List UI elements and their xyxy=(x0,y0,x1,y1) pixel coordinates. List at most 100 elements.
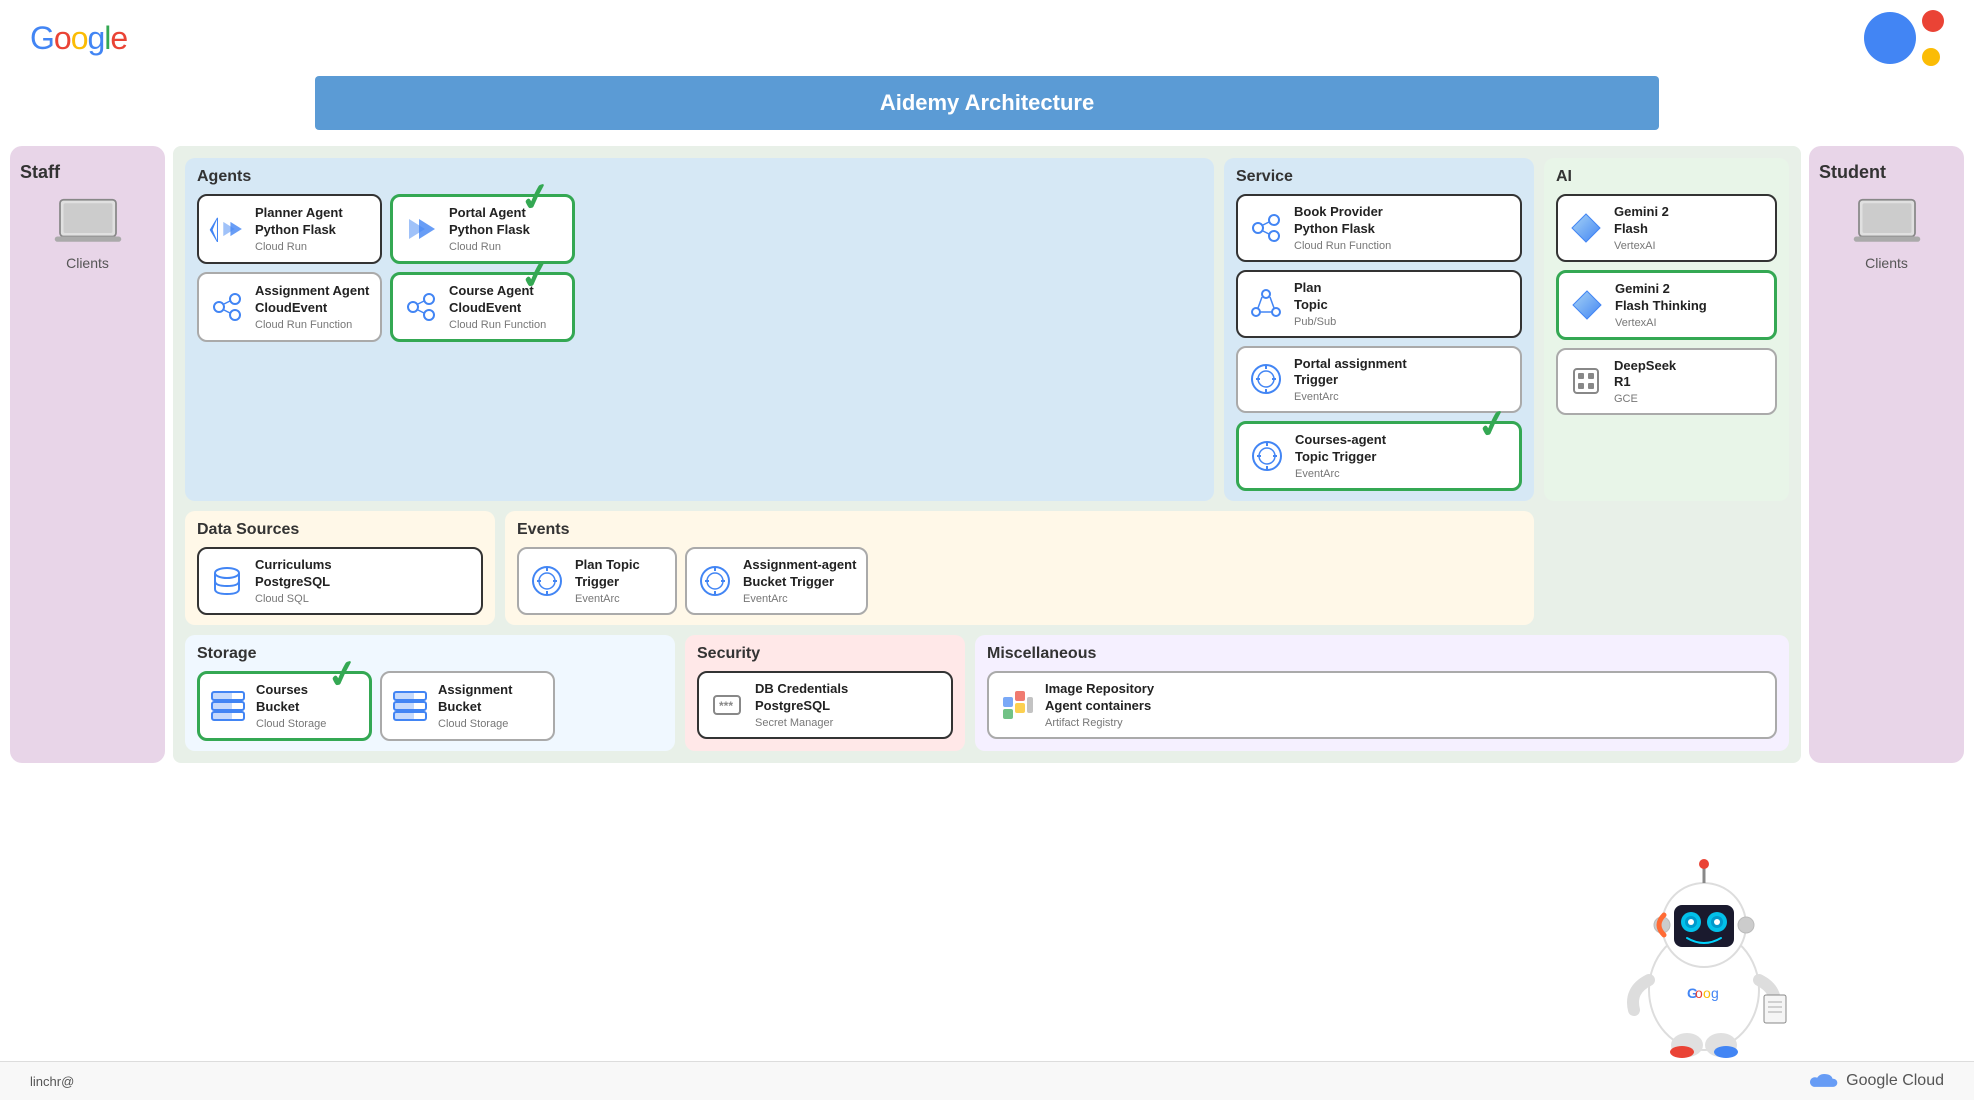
svg-text:***: *** xyxy=(719,699,733,713)
courses-trigger-subtitle: EventArc xyxy=(1295,468,1509,480)
diagram-area: Agents ⦉ Planner AgentPython Flask xyxy=(173,146,1801,763)
datasources-cards: CurriculumsPostgreSQL Cloud SQL xyxy=(197,547,483,615)
course-agent-icon xyxy=(403,289,439,325)
assignment-trigger-title: Assignment-agentBucket Trigger xyxy=(743,557,856,591)
svg-text:o: o xyxy=(1703,985,1711,1001)
courses-trigger-title: Courses-agentTopic Trigger xyxy=(1295,432,1509,466)
plan-topic-trigger-title: Plan TopicTrigger xyxy=(575,557,665,591)
security-section: Security *** DB CredentialsPostgreSQL Se… xyxy=(685,635,965,751)
assignment-agent-icon xyxy=(209,289,245,325)
student-laptop-icon xyxy=(1852,195,1922,255)
student-clients-label: Clients xyxy=(1865,255,1908,271)
security-cards: *** DB CredentialsPostgreSQL Secret Mana… xyxy=(697,671,953,739)
staff-panel: Staff Clients xyxy=(10,146,165,763)
assignment-trigger-subtitle: EventArc xyxy=(743,593,856,605)
plan-topic-title: PlanTopic xyxy=(1294,280,1510,314)
plan-topic-trigger-subtitle: EventArc xyxy=(575,593,665,605)
main-content: Staff Clients Agents ⦉ xyxy=(0,136,1974,773)
svg-text:o: o xyxy=(1695,985,1703,1001)
book-provider-card: Book ProviderPython Flask Cloud Run Func… xyxy=(1236,194,1522,262)
assignment-bucket-icon xyxy=(392,688,428,724)
events-title: Events xyxy=(517,521,1522,539)
assignment-bucket-card: AssignmentBucket Cloud Storage xyxy=(380,671,555,741)
agents-title: Agents xyxy=(197,168,1202,186)
deepseek-card: DeepSeekR1 GCE xyxy=(1556,348,1777,416)
planner-agent-icon: ⦉ xyxy=(209,211,245,247)
db-credentials-icon: *** xyxy=(709,687,745,723)
planner-agent-title: Planner AgentPython Flask xyxy=(255,205,370,239)
gemini-thinking-title: Gemini 2Flash Thinking xyxy=(1615,281,1764,315)
assignment-agent-title: Assignment AgentCloudEvent xyxy=(255,283,370,317)
book-provider-icon xyxy=(1248,210,1284,246)
ai-cards: Gemini 2Flash VertexAI xyxy=(1556,194,1777,415)
planner-agent-subtitle: Cloud Run xyxy=(255,241,370,253)
google-logo: Google xyxy=(30,20,127,57)
course-agent-card: ✓ Course AgentCloudEvent xyxy=(390,272,575,342)
bottom-bar: linchr@ Google Cloud xyxy=(0,1061,1974,1100)
image-repo-title: Image RepositoryAgent containers xyxy=(1045,681,1765,715)
cloud-icon xyxy=(1810,1070,1838,1092)
service-title: Service xyxy=(1236,168,1522,186)
assistant-icon xyxy=(1864,10,1944,66)
courses-bucket-icon xyxy=(210,688,246,724)
svg-text:g: g xyxy=(1711,985,1719,1001)
planner-agent-card: ⦉ Planner AgentPython Flask Cloud Run xyxy=(197,194,382,264)
title-bar: Aidemy Architecture xyxy=(315,76,1659,130)
datasources-section: Data Sources CurriculumsPostgreSQL xyxy=(185,511,495,625)
db-credentials-title: DB CredentialsPostgreSQL xyxy=(755,681,941,715)
staff-laptop-icon xyxy=(53,195,123,255)
service-cards: Book ProviderPython Flask Cloud Run Func… xyxy=(1236,194,1522,491)
db-credentials-card: *** DB CredentialsPostgreSQL Secret Mana… xyxy=(697,671,953,739)
assignment-trigger-icon xyxy=(697,563,733,599)
storage-section: Storage ✓ xyxy=(185,635,675,751)
top-bar: Google xyxy=(0,0,1974,76)
portal-trigger-subtitle: EventArc xyxy=(1294,391,1510,403)
db-credentials-subtitle: Secret Manager xyxy=(755,717,941,729)
assignment-agent-subtitle: Cloud Run Function xyxy=(255,319,370,331)
deepseek-subtitle: GCE xyxy=(1614,393,1765,405)
staff-label: Staff xyxy=(20,162,60,183)
agents-cards-row-2: Assignment AgentCloudEvent Cloud Run Fun… xyxy=(197,272,1202,342)
security-title: Security xyxy=(697,645,953,663)
student-panel: Student Clients xyxy=(1809,146,1964,763)
portal-agent-icon xyxy=(403,211,439,247)
bottom-user: linchr@ xyxy=(30,1074,74,1089)
plan-topic-trigger-card: Plan TopicTrigger EventArc xyxy=(517,547,677,615)
service-section: Service xyxy=(1224,158,1534,501)
staff-clients-label: Clients xyxy=(66,255,109,271)
row-2: Data Sources CurriculumsPostgreSQL xyxy=(185,511,1789,625)
image-repo-card: Image RepositoryAgent containers Artifac… xyxy=(987,671,1777,739)
ai-title: AI xyxy=(1556,168,1777,186)
assignment-bucket-title: AssignmentBucket xyxy=(438,682,543,716)
course-agent-subtitle: Cloud Run Function xyxy=(449,319,562,331)
deepseek-icon xyxy=(1568,363,1604,399)
google-cloud-logo: Google Cloud xyxy=(1810,1070,1944,1092)
plan-topic-subtitle: Pub/Sub xyxy=(1294,316,1510,328)
student-label: Student xyxy=(1819,162,1886,183)
robot-svg: G o o g xyxy=(1609,850,1799,1060)
dot-red xyxy=(1922,10,1944,32)
plan-topic-trigger-icon xyxy=(529,563,565,599)
courses-bucket-subtitle: Cloud Storage xyxy=(256,718,359,730)
events-cards: Plan TopicTrigger EventArc xyxy=(517,547,1522,615)
gemini-thinking-card: Gemini 2Flash Thinking VertexAI xyxy=(1556,270,1777,340)
curriculums-card: CurriculumsPostgreSQL Cloud SQL xyxy=(197,547,483,615)
misc-cards: Image RepositoryAgent containers Artifac… xyxy=(987,671,1777,739)
assignment-trigger-card: Assignment-agentBucket Trigger EventArc xyxy=(685,547,868,615)
dot-yellow xyxy=(1922,48,1940,66)
storage-cards: ✓ CoursesBucket xyxy=(197,671,663,741)
events-section: Events xyxy=(505,511,1534,625)
storage-title: Storage xyxy=(197,645,663,663)
row-1: Agents ⦉ Planner AgentPython Flask xyxy=(185,158,1789,501)
assignment-bucket-subtitle: Cloud Storage xyxy=(438,718,543,730)
courses-bucket-card: ✓ CoursesBucket xyxy=(197,671,372,741)
google-cloud-label: Google Cloud xyxy=(1846,1072,1944,1090)
image-repo-icon xyxy=(999,687,1035,723)
plan-topic-card: PlanTopic Pub/Sub xyxy=(1236,270,1522,338)
dot-blue xyxy=(1864,12,1916,64)
agents-cards-row: ⦉ Planner AgentPython Flask Cloud Run xyxy=(197,194,1202,264)
datasources-title: Data Sources xyxy=(197,521,483,539)
gemini-flash-title: Gemini 2Flash xyxy=(1614,204,1765,238)
curriculums-title: CurriculumsPostgreSQL xyxy=(255,557,471,591)
portal-trigger-icon xyxy=(1248,361,1284,397)
